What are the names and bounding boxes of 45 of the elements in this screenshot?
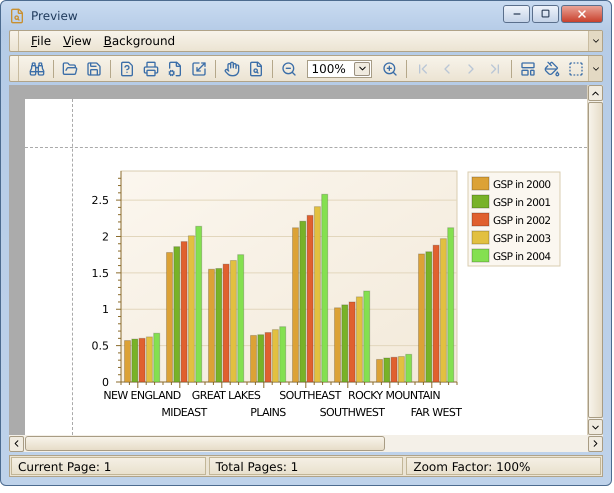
legend-label: GSP in 2004 bbox=[493, 251, 551, 263]
folder-icon bbox=[62, 60, 78, 76]
zoom-out-icon bbox=[280, 60, 297, 76]
hand-icon bbox=[224, 60, 240, 76]
window-title: Preview bbox=[31, 8, 78, 22]
close-icon bbox=[576, 8, 588, 20]
magnifier-icon bbox=[248, 60, 264, 76]
minimize-button[interactable] bbox=[503, 4, 530, 22]
x-tick-label: GREAT LAKES bbox=[192, 389, 260, 402]
dropdown-button[interactable] bbox=[354, 62, 370, 76]
maximize-icon bbox=[541, 9, 550, 18]
x-tick-label: MIDEAST bbox=[161, 406, 207, 419]
status-panel: Current Page: 1 bbox=[11, 457, 206, 475]
x-tick-label: ROCKY MOUNTAIN bbox=[348, 389, 440, 402]
x-tick-label: PLAINS bbox=[250, 406, 286, 419]
x-tick-label: FAR WEST bbox=[410, 406, 462, 419]
menu-item[interactable]: Background bbox=[98, 32, 182, 50]
binoculars-icon bbox=[28, 60, 45, 76]
status-panel: Zoom Factor: 100% bbox=[406, 457, 602, 475]
paint-bucket-icon bbox=[544, 60, 560, 76]
y-tick-label: 0 bbox=[102, 376, 109, 389]
menu-item[interactable]: File bbox=[25, 32, 58, 50]
layout-icon bbox=[520, 60, 536, 76]
maximize-button[interactable] bbox=[532, 4, 559, 22]
zoom-combo[interactable]: 100% bbox=[306, 60, 372, 78]
magnifier-page-icon bbox=[9, 8, 25, 24]
x-tick-label: SOUTHEAST bbox=[279, 389, 341, 402]
x-tick-label: NEW ENGLAND bbox=[103, 389, 181, 402]
y-tick-label: 1 bbox=[102, 303, 109, 316]
y-tick-label: 0.5 bbox=[92, 340, 109, 353]
legend-label: GSP in 2002 bbox=[493, 215, 551, 227]
x-tick-label: SOUTHWEST bbox=[320, 406, 384, 419]
horizontal-scrollbar[interactable] bbox=[9, 435, 603, 452]
legend-label: GSP in 2003 bbox=[493, 233, 551, 245]
y-tick-label: 1.5 bbox=[92, 266, 109, 280]
legend-label: GSP in 2001 bbox=[493, 197, 551, 209]
y-tick-label: 2 bbox=[102, 230, 109, 244]
close-button[interactable] bbox=[561, 4, 603, 22]
legend-label: GSP in 2000 bbox=[493, 179, 551, 191]
resize-icon bbox=[190, 60, 207, 76]
y-tick-label: 2.5 bbox=[92, 194, 109, 208]
zoom-in-icon bbox=[382, 60, 398, 76]
status-panel: Total Pages: 1 bbox=[208, 457, 404, 475]
vertical-scrollbar[interactable] bbox=[587, 85, 603, 435]
menu-item[interactable]: View bbox=[57, 32, 98, 50]
